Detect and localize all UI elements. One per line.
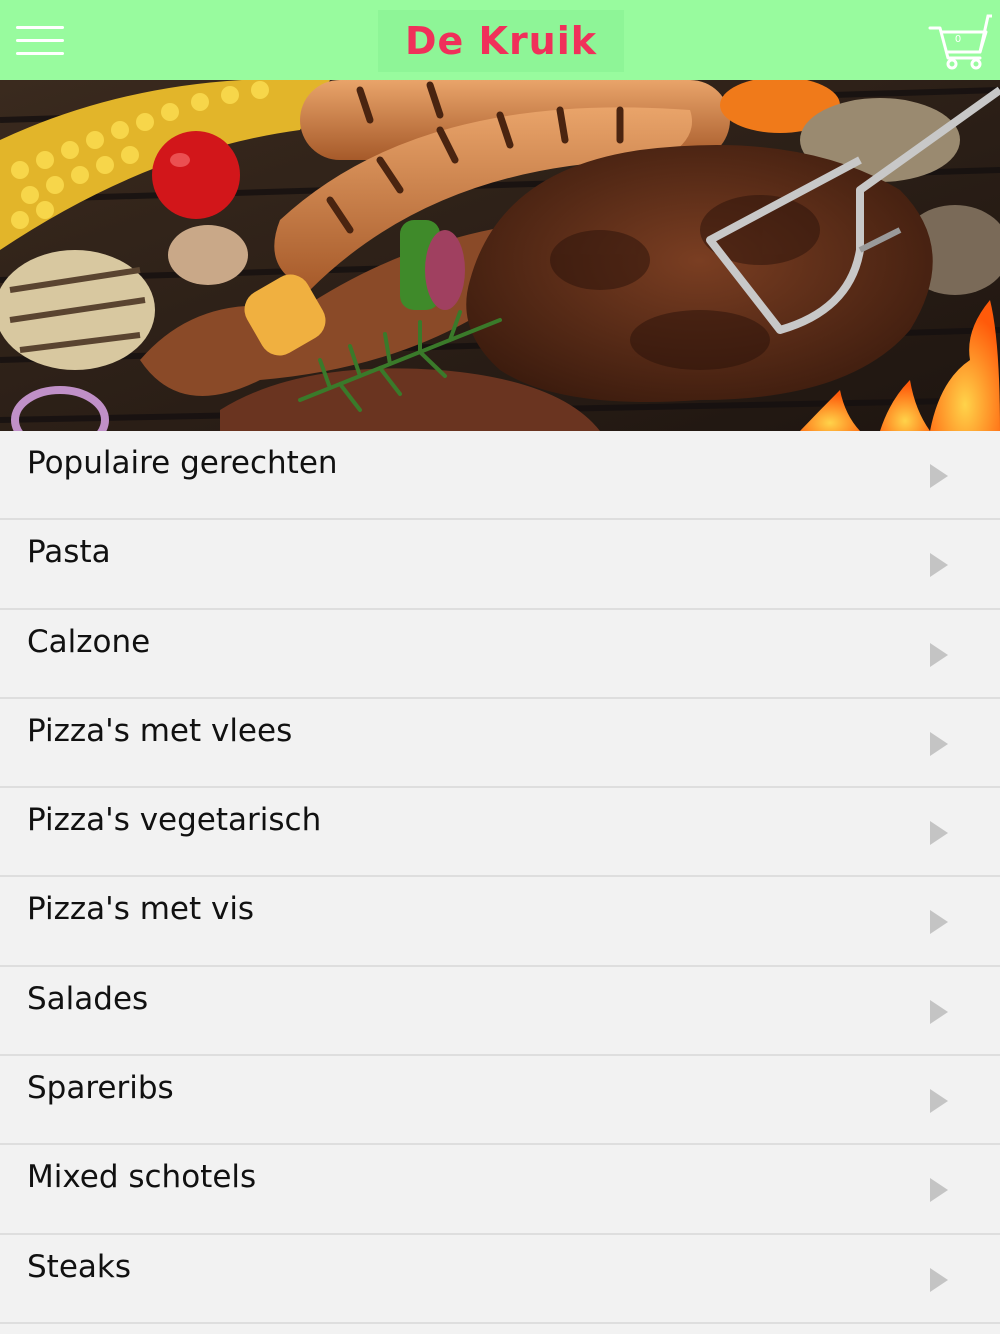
category-label: Pizza's met vis: [27, 891, 255, 928]
cart-button[interactable]: 0: [928, 12, 994, 70]
category-label: Pasta: [27, 534, 111, 571]
category-item-mixed-schotels[interactable]: Mixed schotels: [0, 1145, 1000, 1235]
chevron-right-icon: [930, 999, 948, 1024]
category-item-steaks[interactable]: Steaks: [0, 1234, 1000, 1324]
chevron-right-icon: [930, 821, 948, 846]
category-list: Populaire gerechten Pasta Calzone Pizza'…: [0, 431, 1000, 1324]
category-label: Salades: [27, 980, 149, 1017]
chevron-right-icon: [930, 464, 948, 488]
logo-text: De Kruik: [404, 19, 598, 63]
category-item-pizzas-met-vlees[interactable]: Pizza's met vlees: [0, 698, 1000, 789]
chevron-right-icon: [930, 1089, 948, 1114]
category-item-pizzas-met-vis[interactable]: Pizza's met vis: [0, 877, 1000, 967]
category-item-spareribs[interactable]: Spareribs: [0, 1056, 1000, 1146]
hamburger-icon[interactable]: [16, 22, 64, 58]
cart-count-badge: 0: [954, 34, 962, 45]
chevron-right-icon: [930, 553, 948, 578]
chevron-right-icon: [930, 1178, 948, 1203]
category-item-salades[interactable]: Salades: [0, 966, 1000, 1057]
chevron-right-icon: [930, 642, 948, 667]
category-label: Populaire gerechten: [27, 445, 338, 481]
category-item-calzone[interactable]: Calzone: [0, 609, 1000, 699]
category-label: Steaks: [27, 1248, 132, 1285]
app-header: De Kruik 0: [0, 0, 1000, 80]
chevron-right-icon: [930, 731, 948, 756]
chevron-right-icon: [930, 910, 948, 935]
category-label: Pizza's vegetarisch: [27, 802, 322, 839]
category-label: Spareribs: [27, 1070, 174, 1107]
category-item-pizzas-vegetarisch[interactable]: Pizza's vegetarisch: [0, 788, 1000, 878]
category-item-pasta[interactable]: Pasta: [0, 520, 1000, 610]
category-item-populaire-gerechten[interactable]: Populaire gerechten: [0, 431, 1000, 521]
logo[interactable]: De Kruik: [378, 10, 624, 72]
category-label: Mixed schotels: [27, 1159, 257, 1196]
grill-photo: [0, 80, 1000, 431]
hero-image: [0, 80, 1000, 431]
chevron-right-icon: [930, 1267, 948, 1292]
category-label: Calzone: [27, 623, 151, 660]
category-label: Pizza's met vlees: [27, 712, 293, 749]
